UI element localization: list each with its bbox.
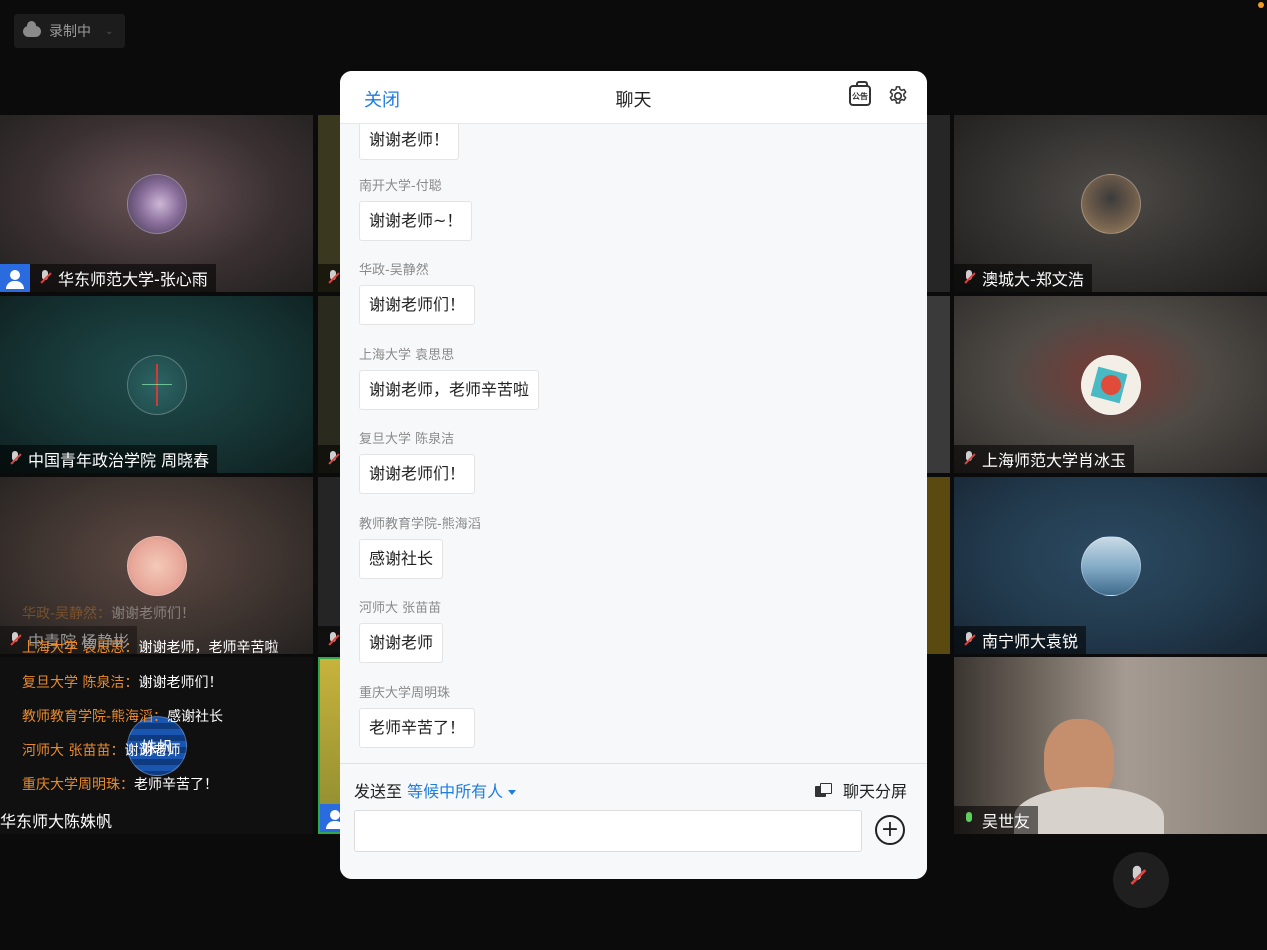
- message-list[interactable]: 谢谢老师！ 南开大学-付聪 谢谢老师~！ 华政-吴静然 谢谢老师们！ 上海大学 …: [340, 124, 927, 762]
- send-to-label: 发送至: [354, 782, 403, 801]
- mic-muted-icon: [38, 270, 52, 286]
- message-item: 谢谢老师！: [359, 124, 460, 160]
- participant-name: 澳城大-郑文浩: [982, 270, 1084, 289]
- chat-header: 关闭 聊天 公告: [340, 71, 927, 124]
- message-bubble: 谢谢老师，老师辛苦啦: [359, 370, 540, 410]
- mic-muted-icon: [326, 270, 340, 286]
- message-bubble: 谢谢老师: [359, 623, 444, 663]
- message-sender: 重庆大学周明珠: [359, 686, 451, 701]
- mic-muted-icon: [326, 632, 340, 648]
- participant-name: 吴世友: [982, 812, 1031, 831]
- video-tile-hidden-6[interactable]: [925, 477, 950, 654]
- recording-indicator[interactable]: 录制中 ⌄: [14, 14, 125, 48]
- participant-name-tag: 中国青年政治学院 周晓春: [0, 445, 218, 473]
- message-bubble: 感谢社长: [359, 539, 444, 579]
- chat-title: 聊天: [615, 90, 652, 111]
- avatar: [1081, 536, 1141, 596]
- participant-name: 上海师范大学肖冰玉: [982, 451, 1127, 470]
- mic-muted-icon: [1127, 865, 1147, 888]
- split-screen-button[interactable]: 聊天分屏: [814, 778, 907, 802]
- avatar: [1081, 174, 1141, 234]
- video-tile-2[interactable]: 澳城大-郑文浩: [954, 115, 1267, 292]
- gear-icon[interactable]: [887, 85, 909, 107]
- mic-muted-icon: [8, 451, 22, 467]
- video-tile-hidden-4[interactable]: [925, 296, 950, 473]
- person-icon: [0, 264, 30, 292]
- message-sender: 河师大 张苗苗: [359, 601, 442, 616]
- participant-name-tag: 华东师范大学-张心雨: [0, 264, 216, 292]
- recording-label: 录制中: [49, 24, 91, 40]
- participant-name: 华东师大陈姝帆: [0, 812, 113, 831]
- announcement-label: 公告: [852, 92, 868, 101]
- message-item: 教师教育学院-熊海滔 感谢社长: [359, 513, 481, 579]
- plus-icon[interactable]: +: [875, 815, 905, 845]
- status-dot: [1258, 2, 1264, 8]
- message-bubble: 谢谢老师~！: [359, 201, 473, 241]
- participant-name: 中国青年政治学院 周晓春: [28, 451, 210, 470]
- chevron-down-icon: ⌄: [105, 25, 114, 37]
- participant-name-tag: 南宁师大袁锐: [954, 626, 1087, 654]
- send-to-selector[interactable]: 发送至 等候中所有人: [354, 778, 517, 802]
- split-screen-label: 聊天分屏: [842, 782, 907, 801]
- video-tile-1[interactable]: 华东师范大学-张心雨: [0, 115, 313, 292]
- participant-name-tag: 吴世友: [954, 806, 1039, 834]
- message-item: 华政-吴静然 谢谢老师们！: [359, 259, 476, 325]
- avatar: [127, 536, 187, 596]
- message-bubble: 老师辛苦了！: [359, 708, 476, 748]
- message-bubble: 谢谢老师们！: [359, 285, 476, 325]
- mic-muted-icon: [962, 451, 976, 467]
- mic-muted-icon: [8, 632, 22, 648]
- mic-muted-icon: [962, 632, 976, 648]
- dropdown-arrow-icon[interactable]: [508, 790, 517, 795]
- chat-dialog: 关闭 聊天 公告 谢谢老师！ 南开大学-付聪 谢谢老师~！ 华政-吴静然 谢谢老…: [340, 71, 927, 879]
- message-item: 复旦大学 陈泉洁 谢谢老师们！: [359, 428, 476, 494]
- mic-icon: [962, 812, 976, 828]
- participant-name-tag: 澳城大-郑文浩: [954, 264, 1092, 292]
- message-sender: 复旦大学 陈泉洁: [359, 432, 455, 447]
- split-screen-icon: [814, 783, 832, 797]
- danmaku-item: 上海大学 袁思思：谢谢老师，老师辛苦啦: [22, 640, 279, 656]
- participant-name: 南宁师大袁锐: [982, 632, 1079, 651]
- avatar: [1081, 355, 1141, 415]
- danmaku-item: 华政-吴静然：谢谢老师们！: [22, 606, 196, 622]
- message-item: 重庆大学周明珠 老师辛苦了！: [359, 682, 476, 748]
- participant-name-tag: 华东师大陈姝帆: [0, 806, 120, 834]
- avatar: [127, 174, 187, 234]
- cloud-icon: [23, 20, 41, 37]
- message-sender: 教师教育学院-熊海滔: [359, 517, 481, 532]
- mute-button[interactable]: [1113, 852, 1169, 908]
- mic-muted-icon: [326, 451, 340, 467]
- video-tile-hidden-2[interactable]: [925, 115, 950, 292]
- message-sender: 上海大学 袁思思: [359, 348, 455, 363]
- message-sender: 华政-吴静然: [359, 263, 429, 278]
- chat-footer: 发送至 等候中所有人 聊天分屏 +: [340, 763, 927, 879]
- mic-muted-icon: [962, 270, 976, 286]
- message-bubble: 谢谢老师们！: [359, 454, 476, 494]
- participant-name-tag: 上海师范大学肖冰玉: [954, 445, 1135, 473]
- send-target[interactable]: 等候中所有人: [407, 782, 503, 801]
- video-tile-5[interactable]: 中青院 杨静彬: [0, 477, 313, 654]
- danmaku-item: 复旦大学 陈泉洁：谢谢老师们！: [22, 675, 223, 691]
- video-tile-3[interactable]: 中国青年政治学院 周晓春: [0, 296, 313, 473]
- message-item: 河师大 张苗苗 谢谢老师: [359, 597, 444, 663]
- danmaku-item: 教师教育学院-熊海滔：感谢社长: [22, 709, 224, 725]
- participant-name: 华东师范大学-张心雨: [58, 270, 208, 289]
- video-tile-8[interactable]: 吴世友: [954, 657, 1267, 834]
- message-item: 南开大学-付聪 谢谢老师~！: [359, 175, 473, 241]
- message-bubble: 谢谢老师！: [359, 124, 460, 160]
- avatar: [127, 355, 187, 415]
- danmaku-item: 重庆大学周明珠：老师辛苦了！: [22, 777, 218, 793]
- message-item: 上海大学 袁思思 谢谢老师，老师辛苦啦: [359, 344, 540, 410]
- video-tile-6[interactable]: 南宁师大袁锐: [954, 477, 1267, 654]
- announcement-icon[interactable]: 公告: [849, 81, 871, 106]
- message-sender: 南开大学-付聪: [359, 179, 442, 194]
- video-tile-4[interactable]: 上海师范大学肖冰玉: [954, 296, 1267, 473]
- danmaku-item: 河师大 张苗苗：谢谢老师: [22, 743, 181, 759]
- chat-input[interactable]: [354, 810, 862, 852]
